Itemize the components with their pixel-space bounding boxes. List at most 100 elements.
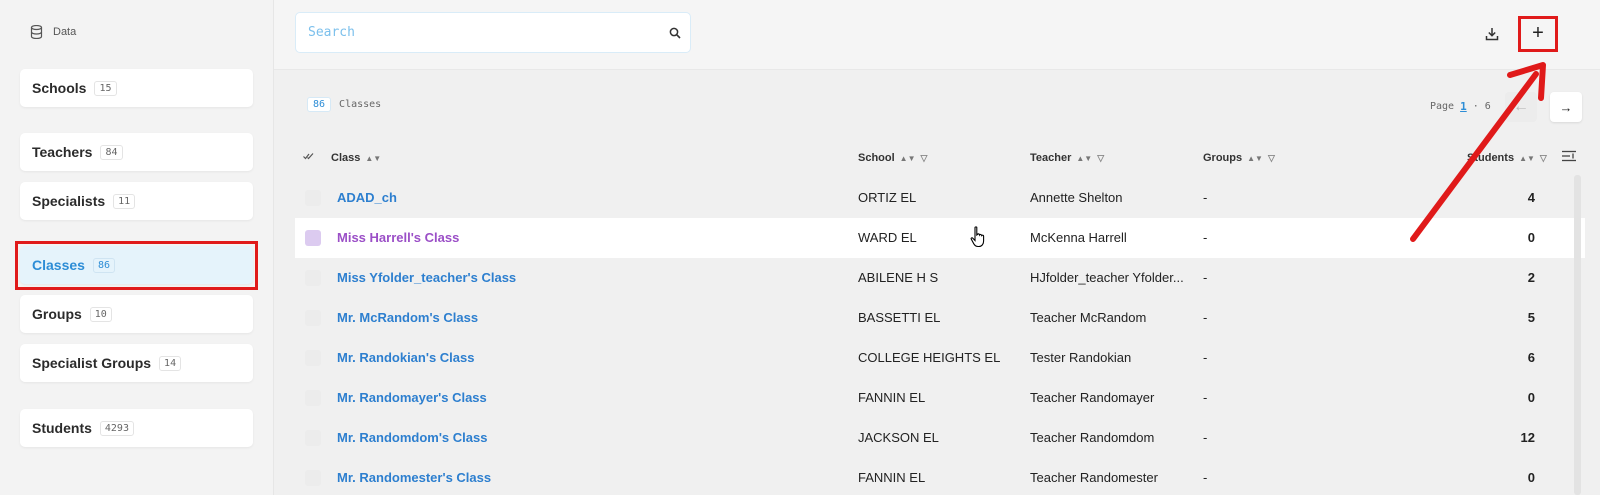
class-name-link[interactable]: Mr. Randokian's Class bbox=[337, 350, 474, 365]
students-cell: 0 bbox=[1527, 230, 1535, 245]
class-name-link[interactable]: Mr. Randomdom's Class bbox=[337, 430, 487, 445]
class-name-link[interactable]: Mr. Randomester's Class bbox=[337, 470, 491, 485]
table-row[interactable]: Miss Yfolder_teacher's Class ABILENE H S… bbox=[295, 258, 1585, 298]
total-pages: 6 bbox=[1484, 101, 1491, 112]
download-icon bbox=[1485, 28, 1499, 41]
teacher-cell: Teacher Randomester bbox=[1030, 470, 1158, 485]
sort-icon[interactable]: ▲▼ bbox=[1519, 154, 1535, 163]
next-page-button[interactable]: → bbox=[1550, 92, 1582, 122]
sidebar-item-count: 14 bbox=[159, 355, 182, 371]
table-header: Class ▲▼ School ▲▼ ▽ Teacher ▲▼ ▽ Groups… bbox=[295, 146, 1585, 174]
class-name-link[interactable]: Mr. Randomayer's Class bbox=[337, 390, 487, 405]
sort-icon[interactable]: ▲▼ bbox=[1076, 154, 1092, 163]
column-header-groups[interactable]: Groups ▲▼ ▽ bbox=[1203, 152, 1275, 164]
school-cell: COLLEGE HEIGHTS EL bbox=[858, 350, 1001, 365]
sort-icon[interactable]: ▲▼ bbox=[1247, 154, 1263, 163]
hand-cursor-icon bbox=[970, 226, 985, 248]
school-cell: JACKSON EL bbox=[858, 430, 939, 445]
current-page[interactable]: 1 bbox=[1460, 100, 1467, 113]
sidebar-item-label: Schools bbox=[32, 80, 87, 96]
table-row[interactable]: Mr. Randomayer's Class FANNIN EL Teacher… bbox=[295, 378, 1585, 418]
pagination: Page 1 · 6 bbox=[1430, 100, 1491, 113]
sidebar-item-count: 10 bbox=[89, 306, 112, 322]
class-name-link[interactable]: Miss Yfolder_teacher's Class bbox=[337, 270, 516, 285]
column-header-students[interactable]: Students ▲▼ ▽ bbox=[1467, 152, 1547, 164]
students-cell: 0 bbox=[1527, 390, 1535, 405]
table-row[interactable]: Mr. Randomdom's Class JACKSON EL Teacher… bbox=[295, 418, 1585, 458]
students-cell: 12 bbox=[1520, 430, 1535, 445]
sort-icon[interactable]: ▲▼ bbox=[365, 154, 381, 163]
sidebar-item-schools[interactable]: Schools 15 bbox=[20, 69, 253, 107]
students-cell: 2 bbox=[1527, 270, 1535, 285]
database-icon bbox=[30, 25, 43, 39]
row-checkbox[interactable] bbox=[305, 190, 321, 206]
download-button[interactable] bbox=[1480, 22, 1504, 46]
sidebar-item-groups[interactable]: Groups 10 bbox=[20, 295, 253, 333]
select-all-checkbox[interactable] bbox=[303, 152, 315, 160]
filter-icon[interactable]: ▽ bbox=[1097, 153, 1104, 164]
school-cell: BASSETTI EL bbox=[858, 310, 941, 325]
row-checkbox[interactable] bbox=[305, 430, 321, 446]
teacher-cell: McKenna Harrell bbox=[1030, 230, 1127, 245]
sidebar-item-specialists[interactable]: Specialists 11 bbox=[20, 182, 253, 220]
column-header-school[interactable]: School ▲▼ ▽ bbox=[858, 152, 927, 164]
sidebar-item-count: 15 bbox=[94, 80, 117, 96]
double-check-icon bbox=[303, 153, 314, 160]
students-cell: 0 bbox=[1527, 470, 1535, 485]
column-header-class[interactable]: Class ▲▼ bbox=[331, 152, 381, 164]
students-cell: 6 bbox=[1527, 350, 1535, 365]
row-checkbox[interactable] bbox=[305, 230, 321, 246]
filter-icon[interactable]: ▽ bbox=[1540, 153, 1547, 164]
groups-cell: - bbox=[1203, 390, 1208, 405]
row-checkbox[interactable] bbox=[305, 350, 321, 366]
table-row[interactable]: Mr. Randomester's Class FANNIN EL Teache… bbox=[295, 458, 1585, 495]
students-cell: 4 bbox=[1527, 190, 1535, 205]
sidebar-item-label: Students bbox=[32, 420, 92, 436]
sidebar-item-specialist-groups[interactable]: Specialist Groups 14 bbox=[20, 344, 253, 382]
sidebar-item-count: 4293 bbox=[99, 420, 134, 436]
sidebar-item-count: 11 bbox=[113, 193, 136, 209]
arrow-right-icon: → bbox=[1559, 99, 1573, 115]
class-name-link[interactable]: ADAD_ch bbox=[337, 190, 397, 205]
table-row[interactable]: Mr. McRandom's Class BASSETTI EL Teacher… bbox=[295, 298, 1585, 338]
table-row[interactable]: Miss Harrell's Class WARD EL McKenna Har… bbox=[295, 218, 1585, 258]
table-scrollbar[interactable] bbox=[1574, 175, 1581, 495]
class-name-link[interactable]: Miss Harrell's Class bbox=[337, 230, 459, 245]
column-header-teacher[interactable]: Teacher ▲▼ ▽ bbox=[1030, 152, 1104, 164]
results-summary: 86 Classes bbox=[307, 97, 381, 112]
teacher-cell: Teacher Randomdom bbox=[1030, 430, 1155, 445]
table-row[interactable]: Mr. Randokian's Class COLLEGE HEIGHTS EL… bbox=[295, 338, 1585, 378]
row-checkbox[interactable] bbox=[305, 390, 321, 406]
row-checkbox[interactable] bbox=[305, 310, 321, 326]
teacher-cell: Annette Shelton bbox=[1030, 190, 1123, 205]
table-row[interactable]: ADAD_ch ORTIZ EL Annette Shelton - 4 bbox=[295, 178, 1585, 218]
column-settings-button[interactable] bbox=[1562, 150, 1576, 162]
teacher-cell: Teacher McRandom bbox=[1030, 310, 1147, 325]
arrow-left-icon: ← bbox=[1513, 98, 1529, 115]
class-name-link[interactable]: Mr. McRandom's Class bbox=[337, 310, 478, 325]
school-cell: FANNIN EL bbox=[858, 470, 926, 485]
sidebar-header: Data bbox=[30, 25, 76, 39]
row-checkbox[interactable] bbox=[305, 470, 321, 486]
groups-cell: - bbox=[1203, 430, 1208, 445]
groups-cell: - bbox=[1203, 350, 1208, 365]
prev-page-button[interactable]: ← bbox=[1505, 92, 1537, 122]
sidebar-item-label: Teachers bbox=[32, 144, 93, 160]
column-header-label: Students bbox=[1467, 152, 1515, 164]
filter-icon[interactable]: ▽ bbox=[921, 153, 928, 164]
school-cell: ABILENE H S bbox=[858, 270, 939, 285]
students-cell: 5 bbox=[1527, 310, 1535, 325]
page-label: Page bbox=[1430, 101, 1455, 112]
sidebar-item-count: 84 bbox=[100, 144, 123, 160]
row-checkbox[interactable] bbox=[305, 270, 321, 286]
sort-icon[interactable]: ▲▼ bbox=[900, 154, 916, 163]
search-icon[interactable] bbox=[660, 27, 690, 39]
sidebar-item-students[interactable]: Students 4293 bbox=[20, 409, 253, 447]
add-button-highlight-box bbox=[1518, 16, 1558, 52]
teacher-cell: HJfolder_teacher Yfolder... bbox=[1030, 270, 1184, 285]
filter-icon[interactable]: ▽ bbox=[1268, 153, 1275, 164]
search-input[interactable] bbox=[296, 13, 660, 52]
sidebar-item-teachers[interactable]: Teachers 84 bbox=[20, 133, 253, 171]
column-header-label: School bbox=[858, 152, 895, 164]
topbar: + bbox=[274, 0, 1600, 70]
